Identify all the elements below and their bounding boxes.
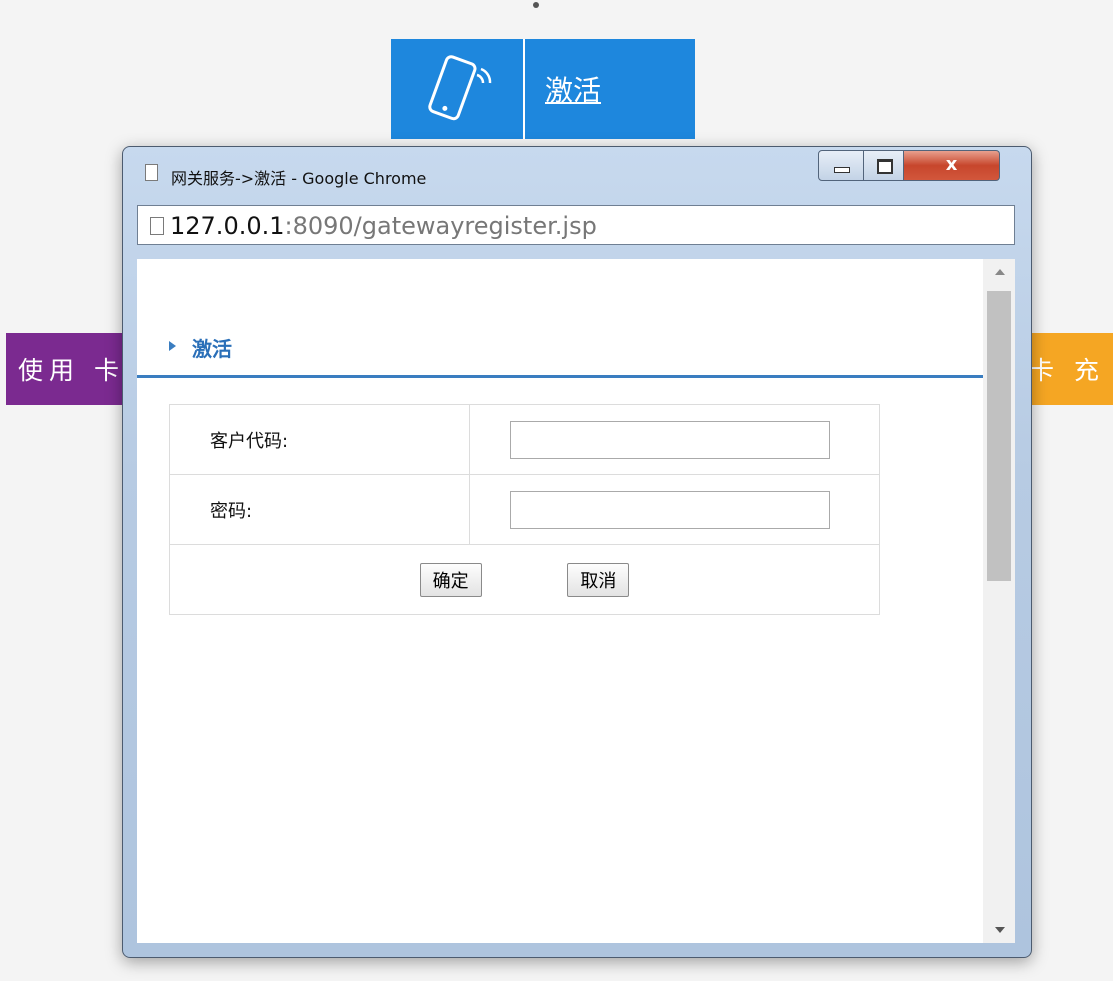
popup-window: 网关服务->激活 - Google Chrome x 127.0.0.1:809…	[122, 146, 1032, 958]
page-content: 激活 客户代码: 密码: 确定 取消	[137, 259, 1015, 943]
password-input[interactable]	[510, 490, 830, 529]
section-header: 激活	[137, 321, 983, 378]
scroll-down-icon[interactable]	[995, 927, 1005, 933]
window-title: 网关服务->激活 - Google Chrome	[171, 169, 427, 188]
triangle-right-icon	[169, 341, 176, 351]
vertical-scrollbar[interactable]	[983, 259, 1015, 943]
phone-signal-icon	[391, 39, 525, 139]
close-icon: x	[945, 154, 958, 175]
form-row-password: 密码:	[169, 474, 880, 545]
form-row-customer-code: 客户代码:	[169, 404, 880, 475]
url-path: :8090/gatewayregister.jsp	[284, 212, 597, 240]
url-text[interactable]: 127.0.0.1:8090/gatewayregister.jsp	[170, 212, 597, 240]
minimize-button[interactable]	[818, 150, 864, 181]
section-title: 激活	[192, 337, 232, 361]
window-titlebar[interactable]: 网关服务->激活 - Google Chrome x	[123, 147, 1031, 199]
form-row-buttons: 确定 取消	[169, 544, 880, 615]
cancel-button[interactable]: 取消	[567, 562, 630, 597]
left-tile[interactable]: 使用 卡	[6, 333, 136, 405]
activate-tile-label[interactable]: 激活	[525, 39, 695, 139]
address-bar[interactable]: 127.0.0.1:8090/gatewayregister.jsp	[137, 205, 1015, 245]
activate-tile[interactable]: 激活	[391, 39, 695, 139]
maximize-icon	[877, 159, 893, 174]
scroll-up-icon[interactable]	[995, 269, 1005, 275]
activation-form: 客户代码: 密码: 确定 取消	[169, 404, 880, 615]
close-button[interactable]: x	[904, 150, 1000, 181]
confirm-button[interactable]: 确定	[419, 562, 482, 597]
page-icon	[145, 164, 158, 181]
url-host: 127.0.0.1	[170, 212, 285, 240]
customer-code-input[interactable]	[510, 420, 830, 459]
page-icon	[150, 217, 164, 235]
customer-code-label: 客户代码:	[169, 404, 470, 475]
minimize-icon	[834, 167, 850, 173]
background-dot	[533, 2, 539, 8]
maximize-button[interactable]	[864, 150, 904, 181]
scroll-thumb[interactable]	[987, 291, 1011, 581]
password-label: 密码:	[169, 474, 470, 545]
